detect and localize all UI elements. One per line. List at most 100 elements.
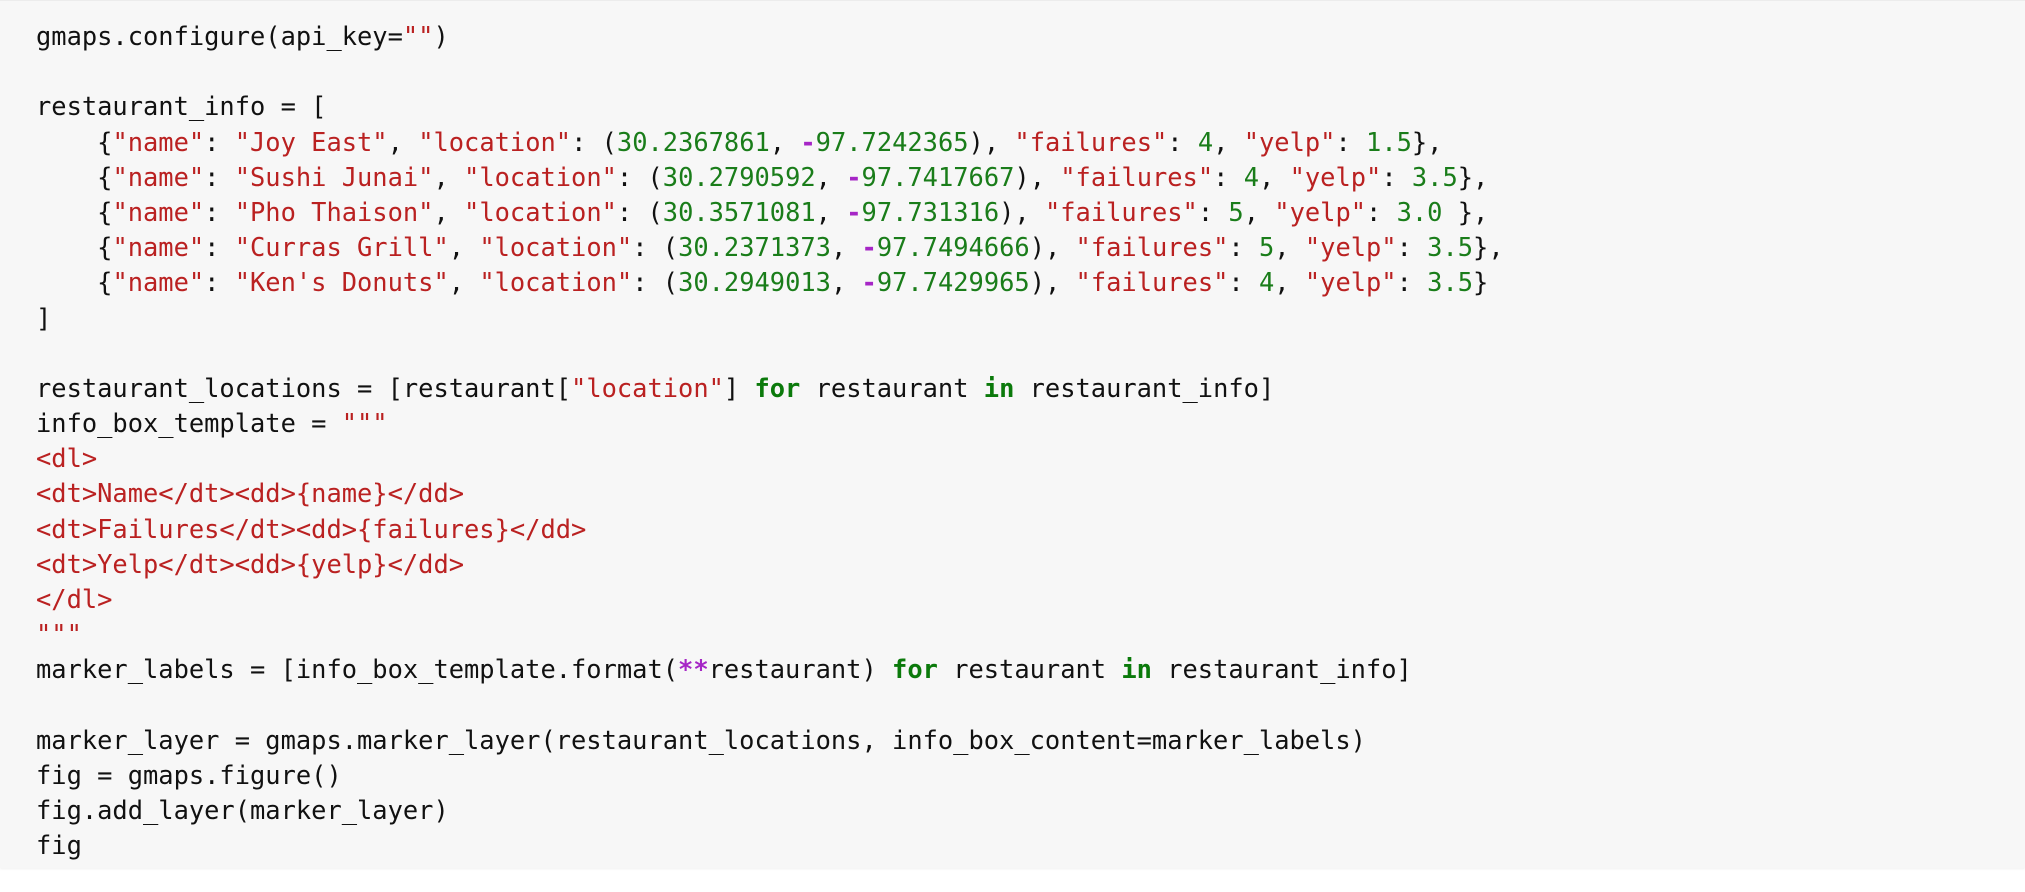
code-line: <dt>Name</dt><dd>{name}</dd> bbox=[36, 476, 1504, 511]
operator: ** bbox=[678, 654, 709, 685]
code-text: : bbox=[1335, 126, 1367, 157]
string-literal: "name" bbox=[112, 126, 205, 157]
code-text: }, bbox=[1411, 126, 1443, 157]
string-literal: "yelp" bbox=[1289, 161, 1382, 192]
code-line: <dt>Yelp</dt><dd>{yelp}</dd> bbox=[36, 547, 1504, 582]
code-text: }, bbox=[1442, 196, 1489, 227]
code-text: , bbox=[448, 267, 480, 298]
string-literal: "location" bbox=[571, 372, 724, 403]
code-text: marker_labels = [info_box_template.forma… bbox=[36, 654, 679, 685]
code-line: fig.add_layer(marker_layer) bbox=[36, 793, 1504, 828]
string-literal: "location" bbox=[464, 196, 617, 227]
code-text: ), bbox=[1029, 267, 1076, 298]
string-literal: "name" bbox=[112, 267, 205, 298]
code-line: {"name": "Ken's Donuts", "location": (30… bbox=[36, 265, 1504, 300]
string-literal: "location" bbox=[479, 267, 633, 298]
string-literal: <dt>Failures</dt><dd>{failures}</dd> bbox=[36, 513, 587, 544]
code-text: ) bbox=[433, 21, 449, 51]
number-literal: 30.3571081 bbox=[662, 196, 816, 227]
string-literal: "Joy East" bbox=[234, 126, 388, 157]
code-text: }, bbox=[1457, 161, 1489, 192]
number-literal: 3.5 bbox=[1411, 161, 1458, 192]
string-literal: "failures" bbox=[1044, 196, 1198, 227]
code-line: gmaps.configure(api_key="") bbox=[36, 19, 1504, 54]
string-literal: """ bbox=[36, 619, 82, 650]
code-editor[interactable]: gmaps.configure(api_key="") restaurant_i… bbox=[36, 19, 1504, 864]
code-line: info_box_template = """ bbox=[36, 406, 1504, 441]
code-text: fig bbox=[36, 830, 82, 861]
number-literal: 97.731316 bbox=[861, 196, 1000, 227]
code-line: """ bbox=[36, 617, 1504, 652]
number-literal: 3.0 bbox=[1396, 196, 1443, 227]
code-text: ), bbox=[968, 126, 1015, 157]
code-line: {"name": "Joy East", "location": (30.236… bbox=[36, 125, 1504, 160]
operator: - bbox=[861, 232, 877, 263]
code-text: : bbox=[204, 161, 235, 192]
number-literal: 97.7429965 bbox=[876, 267, 1030, 298]
operator: - bbox=[846, 196, 862, 227]
number-literal: 1.5 bbox=[1366, 126, 1412, 157]
code-text: ] bbox=[723, 372, 755, 403]
code-text: restaurant bbox=[800, 372, 984, 403]
string-literal: "failures" bbox=[1014, 126, 1168, 157]
code-text: : ( bbox=[616, 161, 663, 192]
number-literal: 5 bbox=[1259, 232, 1275, 263]
number-literal: 5 bbox=[1228, 196, 1244, 227]
string-literal: "name" bbox=[112, 232, 205, 263]
code-text: restaurant bbox=[937, 654, 1122, 685]
code-line: {"name": "Curras Grill", "location": (30… bbox=[36, 230, 1503, 265]
string-literal: <dt>Yelp</dt><dd>{yelp}</dd> bbox=[36, 548, 465, 579]
code-text: , bbox=[1259, 161, 1290, 192]
code-text: { bbox=[36, 196, 113, 227]
code-text: { bbox=[36, 161, 113, 192]
code-text: , bbox=[1213, 126, 1244, 157]
number-literal: 4 bbox=[1259, 267, 1275, 298]
number-literal: 3.5 bbox=[1427, 267, 1474, 298]
string-literal: "location" bbox=[464, 161, 617, 192]
code-line: </dl> bbox=[36, 582, 1504, 617]
code-text: : bbox=[1381, 161, 1412, 192]
code-text: restaurant_info] bbox=[1014, 372, 1275, 403]
string-literal: "yelp" bbox=[1304, 267, 1397, 298]
string-literal: <dt>Name</dt><dd>{name}</dd> bbox=[36, 478, 465, 509]
code-text: , bbox=[1274, 232, 1305, 263]
number-literal: 3.5 bbox=[1427, 232, 1474, 263]
code-cell[interactable]: gmaps.configure(api_key="") restaurant_i… bbox=[0, 0, 2025, 868]
number-literal: 4 bbox=[1243, 161, 1260, 192]
code-text: marker_layer = gmaps.marker_layer(restau… bbox=[36, 724, 1366, 755]
code-line: ] bbox=[36, 301, 1504, 336]
code-line: restaurant_info = [ bbox=[36, 89, 1504, 124]
number-literal: 4 bbox=[1197, 126, 1214, 157]
string-literal: "location" bbox=[418, 126, 572, 157]
number-literal: 30.2371373 bbox=[678, 232, 831, 263]
code-text: , bbox=[1243, 196, 1275, 227]
code-text: : bbox=[1213, 161, 1244, 192]
string-literal: "yelp" bbox=[1304, 232, 1397, 263]
code-text: : bbox=[204, 267, 235, 298]
code-text: , bbox=[1274, 267, 1305, 298]
code-text: : bbox=[1366, 196, 1397, 227]
code-text: : bbox=[204, 196, 235, 227]
code-text: , bbox=[830, 267, 862, 298]
string-literal: "" bbox=[402, 21, 434, 51]
string-literal: "location" bbox=[479, 232, 633, 263]
code-text: : bbox=[1396, 267, 1428, 298]
code-line: marker_labels = [info_box_template.forma… bbox=[36, 652, 1504, 687]
code-line: <dt>Failures</dt><dd>{failures}</dd> bbox=[36, 512, 1504, 547]
number-literal: 30.2949013 bbox=[678, 267, 831, 298]
code-text: ), bbox=[1029, 232, 1076, 263]
code-line: {"name": "Sushi Junai", "location": (30.… bbox=[36, 160, 1504, 195]
code-text: restaurant_info] bbox=[1151, 654, 1412, 685]
code-text: { bbox=[36, 267, 113, 298]
code-line: marker_layer = gmaps.marker_layer(restau… bbox=[36, 723, 1504, 758]
string-literal: "Sushi Junai" bbox=[234, 161, 434, 192]
string-literal: <dl> bbox=[36, 443, 98, 474]
code-text: , bbox=[830, 232, 862, 263]
code-text: : bbox=[1228, 232, 1259, 263]
code-text: : ( bbox=[616, 196, 663, 227]
code-text: : bbox=[204, 232, 235, 263]
code-text: { bbox=[36, 232, 113, 263]
number-literal: 30.2367861 bbox=[616, 126, 770, 157]
